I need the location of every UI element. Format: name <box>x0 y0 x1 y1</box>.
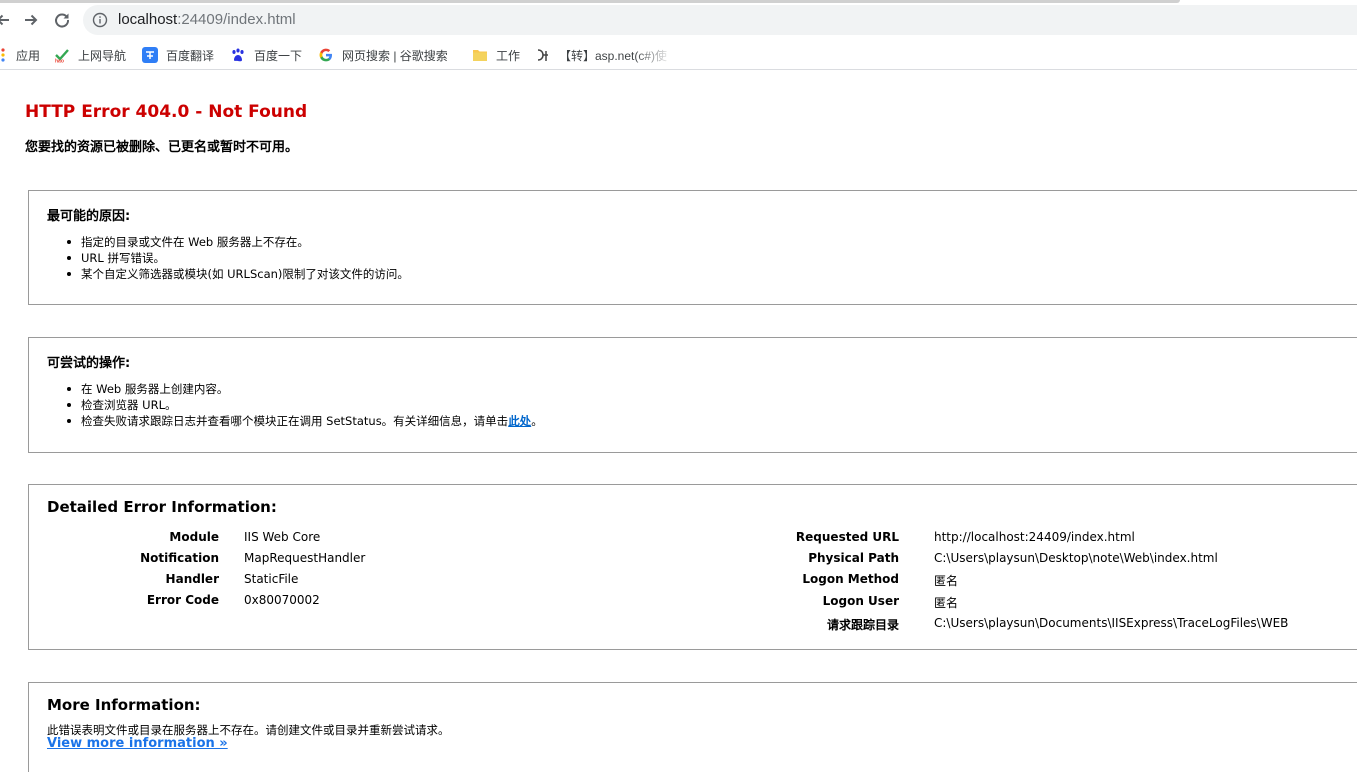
url-path: :24409/index.html <box>177 11 296 28</box>
bookmark-label: 【转】asp.net(c#)使 <box>559 48 668 63</box>
notification-value: MapRequestHandler <box>244 551 366 565</box>
error-code-label: Error Code <box>146 593 219 607</box>
url-host: localhost <box>118 11 178 28</box>
list-item-text: 检查失败请求跟踪日志并查看哪个模块正在调用 SetStatus。有关详细信息，请… <box>81 414 509 428</box>
module-label: Module <box>169 530 219 544</box>
error-code-value: 0x80070002 <box>244 593 320 607</box>
bookmark-label: 网页搜索 | 谷歌搜索 <box>342 48 448 63</box>
bookmark-folder-work[interactable]: 工作 <box>472 45 520 65</box>
bookmark-baidu[interactable]: 百度一下 <box>230 45 302 65</box>
apps-grid-icon <box>0 47 10 63</box>
arrow-left-icon <box>0 14 9 26</box>
logon-method-value: 匿名 <box>934 574 959 588</box>
info-icon[interactable] <box>92 12 108 28</box>
bookmark-site-icon <box>535 47 551 63</box>
url-text[interactable]: localhost:24409/index.html <box>118 11 296 28</box>
list-item: URL 拼写错误。 <box>67 250 409 266</box>
list-item: 在 Web 服务器上创建内容。 <box>67 381 543 397</box>
logon-user-label: Logon User <box>822 594 899 608</box>
bookmark-label: 应用 <box>16 48 41 63</box>
list-item: 检查失败请求跟踪日志并查看哪个模块正在调用 SetStatus。有关详细信息，请… <box>67 413 543 429</box>
causes-section: 最可能的原因: 指定的目录或文件在 Web 服务器上不存在。 URL 拼写错误。… <box>28 190 1357 305</box>
bookmark-label: 百度翻译 <box>166 48 215 63</box>
module-value: IIS Web Core <box>244 530 321 544</box>
tab-strip-edge <box>0 0 1180 3</box>
forward-button[interactable] <box>20 9 42 31</box>
more-info-section: More Information: 此错误表明文件或目录在服务器上不存在。请创建… <box>28 682 1357 772</box>
bookmark-baidu-translate[interactable]: 百度翻译 <box>142 45 214 65</box>
requested-url-value: http://localhost:24409/index.html <box>934 530 1135 544</box>
bookmarks-bar: 应用 hao 上网导航 百度翻译 百度一下 网页搜索 | 谷歌搜索 工作 【转】… <box>0 40 1357 70</box>
trace-dir-label: 请求跟踪目录 <box>826 618 899 632</box>
folder-icon <box>472 47 488 63</box>
notification-label: Notification <box>140 551 219 565</box>
reload-icon <box>55 13 70 28</box>
actions-section: 可尝试的操作: 在 Web 服务器上创建内容。 检查浏览器 URL。 检查失败请… <box>28 337 1357 453</box>
translate-icon <box>142 47 158 63</box>
list-item-suffix: 。 <box>531 414 543 428</box>
actions-list: 在 Web 服务器上创建内容。 检查浏览器 URL。 检查失败请求跟踪日志并查看… <box>67 381 543 429</box>
view-more-information-link[interactable]: View more information » <box>47 736 228 751</box>
error-subtitle: 您要找的资源已被删除、已更名或暂时不可用。 <box>25 140 299 155</box>
bookmark-label: 百度一下 <box>254 48 303 63</box>
logon-method-label: Logon Method <box>802 572 899 586</box>
browser-toolbar: localhost:24409/index.html <box>0 0 1357 40</box>
more-info-heading: More Information: <box>47 696 201 714</box>
list-item: 检查浏览器 URL。 <box>67 397 543 413</box>
actions-heading: 可尝试的操作: <box>47 356 131 371</box>
list-item: 某个自定义筛选器或模块(如 URLScan)限制了对该文件的访问。 <box>67 267 409 281</box>
handler-label: Handler <box>165 572 219 586</box>
bookmark-label: 上网导航 <box>78 48 127 63</box>
bookmark-aspnet-article[interactable]: 【转】asp.net(c#)使 <box>535 45 667 65</box>
bookmark-hao123[interactable]: hao 上网导航 <box>54 45 126 65</box>
bookmark-apps[interactable]: 应用 <box>0 45 40 65</box>
physical-path-label: Physical Path <box>808 551 899 565</box>
trace-dir-value: C:\Users\playsun\Documents\IISExpress\Tr… <box>934 616 1289 630</box>
arrow-right-icon <box>25 14 38 26</box>
google-g-icon <box>318 47 334 63</box>
hao123-icon: hao <box>54 47 70 63</box>
causes-list: 指定的目录或文件在 Web 服务器上不存在。 URL 拼写错误。 某个自定义筛选… <box>67 234 409 282</box>
bookmark-label: 工作 <box>496 48 521 63</box>
back-button[interactable] <box>0 9 14 31</box>
causes-heading: 最可能的原因: <box>47 209 131 224</box>
physical-path-value: C:\Users\playsun\Desktop\note\Web\index.… <box>934 551 1218 565</box>
logon-user-value: 匿名 <box>934 596 959 610</box>
reload-button[interactable] <box>51 9 73 31</box>
detailed-error-section: Detailed Error Information: Module IIS W… <box>28 484 1357 650</box>
bookmark-google-search[interactable]: 网页搜索 | 谷歌搜索 <box>318 45 448 65</box>
details-heading: Detailed Error Information: <box>47 498 277 516</box>
address-bar[interactable]: localhost:24409/index.html <box>83 5 1357 35</box>
handler-value: StaticFile <box>244 572 299 586</box>
svg-text:hao: hao <box>55 59 64 64</box>
requested-url-label: Requested URL <box>795 530 899 544</box>
details-here-link[interactable]: 此处 <box>508 414 531 428</box>
list-item: 指定的目录或文件在 Web 服务器上不存在。 <box>67 234 409 250</box>
error-title: HTTP Error 404.0 - Not Found <box>25 102 308 122</box>
baidu-paw-icon <box>230 47 246 63</box>
